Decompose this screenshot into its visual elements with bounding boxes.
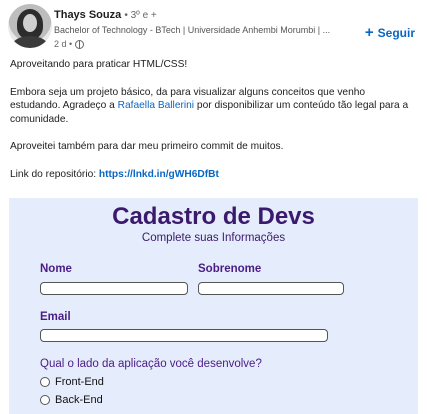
option-front-end-label: Front-End [55,376,104,388]
post-paragraph-4: Link do repositório: https://lnkd.in/gWH… [10,168,410,182]
radio-front-end [40,377,50,387]
post-paragraph-3: Aproveitei também para dar meu primeiro … [10,141,284,152]
globe-icon [75,39,85,49]
sobrenome-label: Sobrenome [198,263,262,275]
post-paragraph-1: Aproveitando para praticar HTML/CSS! [10,59,188,70]
avatar-face [23,14,37,32]
nome-label: Nome [40,263,72,275]
post-paragraph-2: Embora seja um projeto básico, da para v… [10,86,410,127]
author-line: Thays Souza • 3º e + [54,9,157,21]
option-front-end: Front-End [40,376,104,388]
side-question: Qual o lado da aplicação você desenvolve… [40,358,262,370]
author-headline: Bachelor of Technology - BTech | Univers… [54,25,331,35]
post-timestamp: 2 d • [54,39,85,49]
form-title: Cadastro de Devs [112,203,315,230]
connection-degree: • 3º e + [124,10,157,21]
avatar-shoulders [12,36,48,48]
author-name[interactable]: Thays Souza [54,9,121,21]
post-body: Aproveitando para praticar HTML/CSS! Emb… [10,58,410,181]
follow-button[interactable]: + Seguir [365,24,415,41]
post-image-preview[interactable]: Cadastro de Devs Complete suas Informaçõ… [9,198,418,414]
option-back-end: Back-End [40,394,103,406]
post-header: Thays Souza • 3º e + Bachelor of Technol… [8,4,419,52]
plus-icon: + [364,24,374,41]
mention-link[interactable]: Rafaella Ballerini [118,100,194,111]
sobrenome-field [198,282,344,295]
repo-link[interactable]: https://lnkd.in/gWH6DfBt [99,169,219,180]
form-subtitle: Complete suas Informações [141,232,286,244]
email-label: Email [40,311,71,323]
option-back-end-label: Back-End [55,394,103,406]
nome-field [40,282,188,295]
repo-label: Link do repositório: [10,168,99,180]
avatar[interactable] [8,4,52,48]
radio-back-end [40,395,50,405]
follow-label: Seguir [377,25,415,40]
post-time: 2 d • [54,39,73,49]
email-field [40,329,328,342]
